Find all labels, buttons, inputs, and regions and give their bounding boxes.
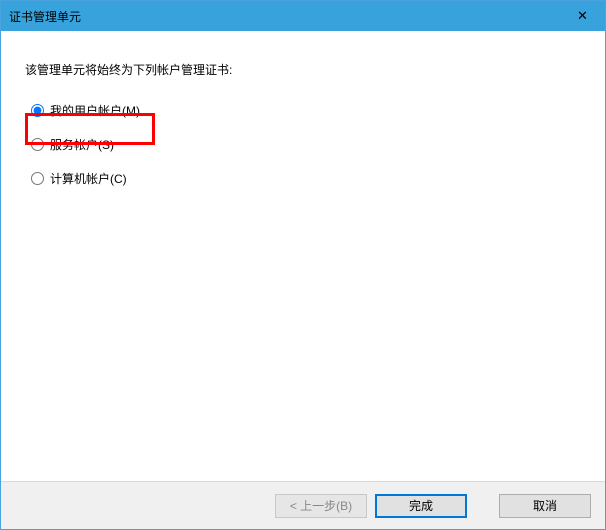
footer: < 上一步(B) 完成 取消 [1,481,605,529]
content-area: 该管理单元将始终为下列帐户管理证书: 我的用户帐户(M) 服务帐户(S) 计算机… [1,31,605,481]
close-button[interactable]: ✕ [560,1,605,31]
finish-button[interactable]: 完成 [375,494,467,518]
option-my-user-account[interactable]: 我的用户帐户(M) [31,100,581,120]
option-computer-account[interactable]: 计算机帐户(C) [31,168,581,188]
label-service-account: 服务帐户(S) [50,136,114,153]
prompt-text: 该管理单元将始终为下列帐户管理证书: [25,61,581,78]
radio-computer-account[interactable] [31,172,44,185]
label-computer-account: 计算机帐户(C) [50,170,127,187]
option-service-account[interactable]: 服务帐户(S) [31,134,581,154]
close-icon: ✕ [577,8,588,24]
titlebar: 证书管理单元 ✕ [1,1,605,31]
label-my-user-account: 我的用户帐户(M) [50,102,140,119]
back-button[interactable]: < 上一步(B) [275,494,367,518]
window-title: 证书管理单元 [9,8,81,25]
radio-service-account[interactable] [31,138,44,151]
cancel-button[interactable]: 取消 [499,494,591,518]
radio-my-user-account[interactable] [31,104,44,117]
account-options: 我的用户帐户(M) 服务帐户(S) 计算机帐户(C) [31,100,581,188]
